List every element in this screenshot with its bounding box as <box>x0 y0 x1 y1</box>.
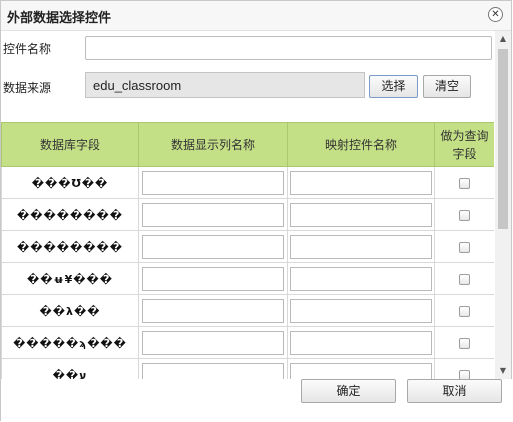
db-field-name: �������� <box>17 208 123 222</box>
header-query-field: 做为查询字段 <box>434 122 494 167</box>
header-display-column: 数据显示列名称 <box>138 122 288 167</box>
display-column-input[interactable] <box>142 362 284 379</box>
clear-button[interactable]: 清空 <box>423 75 471 98</box>
ok-button[interactable]: 确定 <box>301 379 396 403</box>
dialog-content: 控件名称 数据来源 edu_classroom 选择 清空 数据库字段 数据显示… <box>1 31 494 379</box>
db-field-name: ��ע <box>52 368 88 380</box>
display-column-input[interactable] <box>142 202 284 227</box>
db-field-name: ���Ʊ�� <box>31 176 109 190</box>
db-field-name: ��λ�� <box>39 304 101 318</box>
scrollbar-thumb[interactable] <box>498 49 508 229</box>
data-source-label: 数据来源 <box>3 81 52 95</box>
cancel-button[interactable]: 取消 <box>407 379 502 403</box>
data-source-input[interactable]: edu_classroom <box>85 72 365 98</box>
display-column-input[interactable] <box>142 330 284 355</box>
query-field-checkbox[interactable] <box>459 337 470 349</box>
table-row: ��ʉ¥��� <box>1 262 494 295</box>
header-db-field: 数据库字段 <box>1 122 139 167</box>
db-field-name: �����ϡ��� <box>13 336 127 350</box>
display-column-input[interactable] <box>142 234 284 259</box>
control-name-label: 控件名称 <box>3 42 52 56</box>
dialog-title: 外部数据选择控件 <box>7 11 112 26</box>
field-mapping-table: 数据库字段 数据显示列名称 映射控件名称 做为查询字段 ���Ʊ�� �����… <box>1 122 494 379</box>
table-header-row: 数据库字段 数据显示列名称 映射控件名称 做为查询字段 <box>1 122 494 167</box>
query-field-checkbox[interactable] <box>459 273 470 285</box>
mapped-control-input[interactable] <box>290 330 432 355</box>
query-field-checkbox[interactable] <box>459 241 470 253</box>
table-row: ��λ�� <box>1 294 494 327</box>
header-mapped-control: 映射控件名称 <box>287 122 435 167</box>
query-field-checkbox[interactable] <box>459 369 470 379</box>
query-field-checkbox[interactable] <box>459 209 470 221</box>
table-row: ���Ʊ�� <box>1 166 494 199</box>
mapped-control-input[interactable] <box>290 298 432 323</box>
mapped-control-input[interactable] <box>290 234 432 259</box>
mapped-control-input[interactable] <box>290 202 432 227</box>
mapped-control-input[interactable] <box>290 266 432 291</box>
table-row: �������� <box>1 198 494 231</box>
db-field-name: ��ʉ¥��� <box>26 272 113 286</box>
scroll-up-icon[interactable]: ▲ <box>495 31 511 47</box>
display-column-input[interactable] <box>142 298 284 323</box>
control-name-input[interactable] <box>85 36 492 60</box>
display-column-input[interactable] <box>142 266 284 291</box>
external-data-select-dialog: 外部数据选择控件 ✕ 控件名称 数据来源 edu_classroom 选择 清空… <box>0 0 513 422</box>
db-field-name: �������� <box>17 240 123 254</box>
mapped-control-input[interactable] <box>290 362 432 379</box>
query-field-checkbox[interactable] <box>459 177 470 189</box>
table-row: �������� <box>1 230 494 263</box>
scroll-down-icon[interactable]: ▼ <box>495 363 511 379</box>
table-row: �����ϡ��� <box>1 326 494 359</box>
vertical-scrollbar[interactable]: ▲ ▼ <box>495 31 511 379</box>
display-column-input[interactable] <box>142 170 284 195</box>
query-field-checkbox[interactable] <box>459 305 470 317</box>
dialog-footer: 确定 取消 <box>1 379 513 422</box>
close-icon[interactable]: ✕ <box>488 7 503 22</box>
table-row: ��ע <box>1 358 494 380</box>
dialog-titlebar: 外部数据选择控件 ✕ <box>1 1 511 31</box>
select-button[interactable]: 选择 <box>369 75 418 98</box>
mapped-control-input[interactable] <box>290 170 432 195</box>
